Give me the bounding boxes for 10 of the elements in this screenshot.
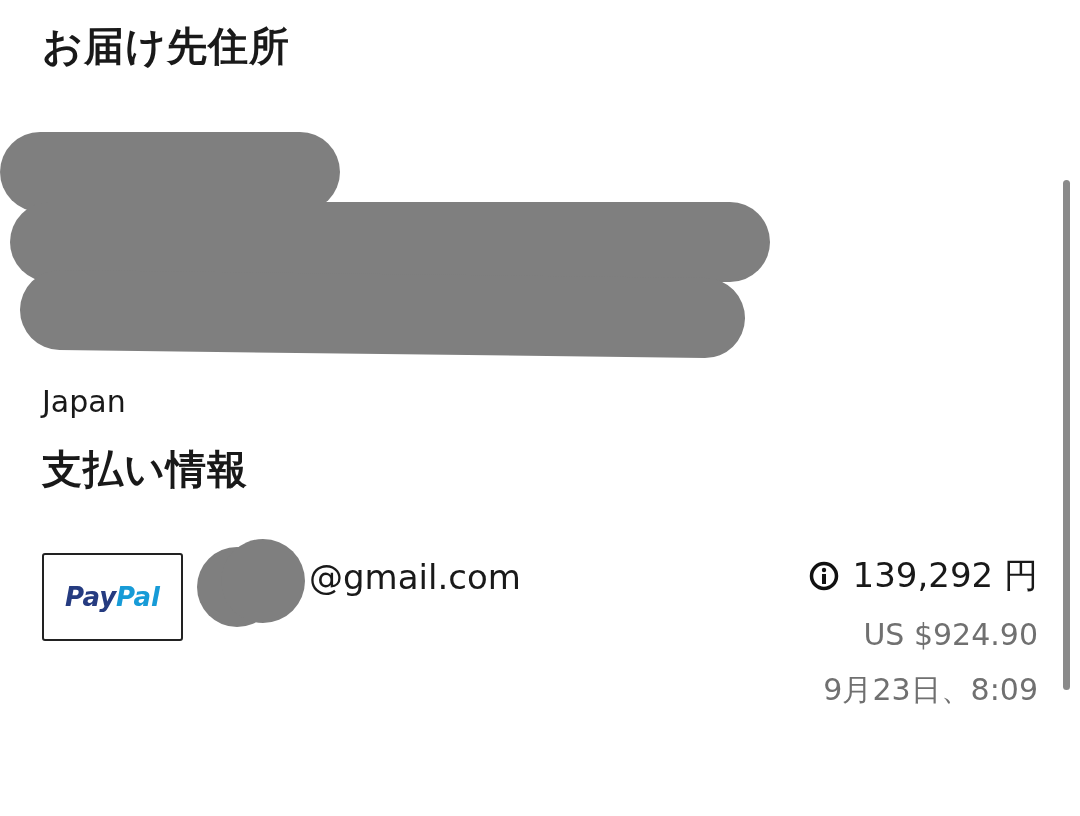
email-text: @gmail.com	[309, 557, 521, 597]
paypal-logo: PayPal	[42, 553, 183, 641]
section-title: 支払い情報	[42, 445, 249, 493]
country-text: Japan	[42, 384, 127, 419]
info-icon[interactable]	[808, 561, 839, 591]
scrollbar[interactable]	[1063, 180, 1070, 690]
section-title: お届け先住所	[42, 22, 291, 70]
usd-amount-text: US $924.90	[863, 617, 1038, 652]
date-text: 9月23日、8:09	[823, 671, 1038, 709]
amount-text: 139,292 円	[852, 554, 1038, 597]
